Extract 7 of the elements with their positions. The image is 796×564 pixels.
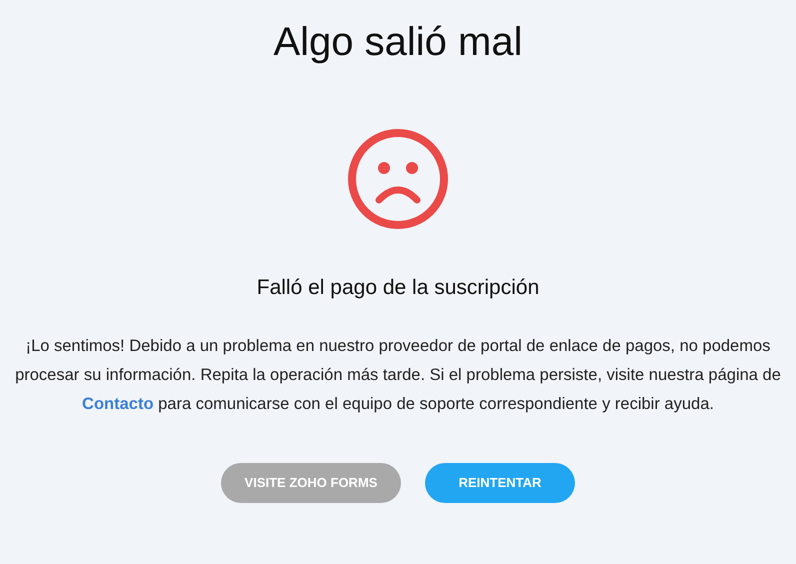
error-message: ¡Lo sentimos! Debido a un problema en nuestro proveedor de portal de enlace de pagos, no podemos procesar su información. Repita la operación más tarde. Si el problema persiste, visite nuestra página de Contacto para comunicarse con el equipo de soporte correspondiente y recibir ayuda.	[14, 336, 782, 415]
subtitle: Falló el pago de la suscripción	[256, 275, 540, 301]
action-button[interactable]: REINTENTAR	[425, 463, 575, 503]
contact-link[interactable]: Contacto	[82, 395, 154, 413]
page-title: Algo salió mal	[273, 19, 522, 66]
action-button[interactable]: VISITE ZOHO FORMS	[221, 463, 401, 503]
sad-face-icon	[347, 128, 449, 230]
